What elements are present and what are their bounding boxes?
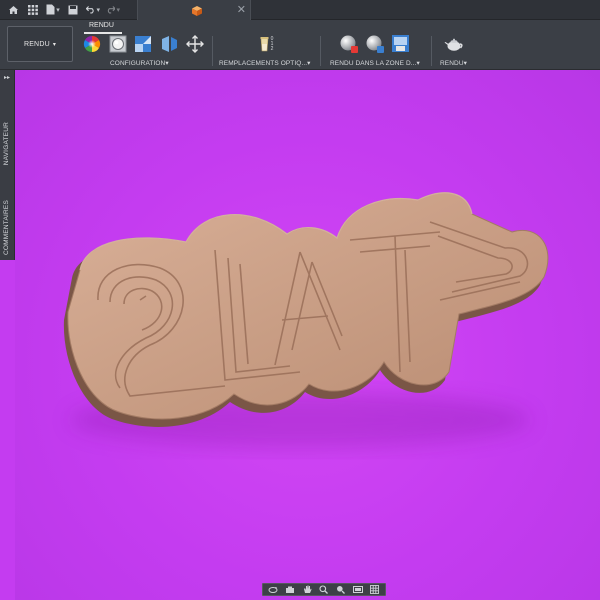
redo-icon[interactable]: ▾ — [106, 3, 120, 17]
group-rendu-zone[interactable]: RENDU DANS LA ZONE D...▾ — [330, 59, 420, 67]
fit-icon[interactable] — [336, 585, 346, 594]
close-icon[interactable]: ✕ — [237, 3, 246, 17]
move-icon[interactable] — [185, 34, 205, 54]
group-remplacements[interactable]: REMPLACEMENTS OPTIQ...▾ — [219, 59, 311, 67]
save-icon[interactable] — [66, 3, 80, 17]
grid-icon[interactable] — [369, 585, 379, 594]
zoom-icon[interactable] — [319, 585, 329, 594]
divider — [431, 36, 432, 66]
override-digit: 2 — [270, 45, 274, 52]
side-panel: ▸▸ NAVIGATEUR COMMENTAIRES — [0, 70, 15, 260]
workspace-label: RENDU — [23, 40, 50, 48]
chevron-down-icon: ▾ — [52, 41, 57, 48]
chevron-down-icon: ▾ — [416, 60, 420, 67]
scene-settings-icon[interactable] — [108, 34, 128, 54]
orbit-icon[interactable] — [268, 585, 278, 594]
divider — [320, 36, 321, 66]
chevron-down-icon: ▾ — [56, 6, 60, 14]
home-icon[interactable] — [6, 3, 20, 17]
canvas-viewport[interactable] — [15, 70, 600, 600]
undo-icon[interactable]: ▾ — [86, 3, 100, 17]
title-bar: ▾ ▾ ▾ ✕ — [0, 0, 600, 20]
optical-overrides-icon[interactable]: 0 1 2 — [254, 34, 278, 54]
group-rendu-zone-label: RENDU DANS LA ZONE D... — [330, 60, 417, 67]
group-rendu[interactable]: RENDU▾ — [440, 59, 467, 67]
chevron-down-icon: ▾ — [463, 60, 467, 67]
comments-tab[interactable]: COMMENTAIRES — [3, 200, 10, 255]
group-rendu-label: RENDU — [440, 60, 464, 67]
divider — [212, 36, 213, 66]
group-configuration-label: CONFIGURATION — [110, 60, 166, 67]
tab-rendu[interactable]: RENDU — [84, 21, 119, 31]
apps-grid-icon[interactable] — [26, 3, 40, 17]
pan-icon[interactable] — [302, 585, 312, 594]
render-icon[interactable] — [339, 34, 359, 54]
workspace-switcher[interactable]: RENDU ▾ — [7, 26, 73, 62]
display-settings-icon[interactable] — [352, 585, 363, 594]
cube-icon — [191, 4, 203, 16]
plaque-face — [67, 192, 549, 420]
expand-icon[interactable]: ▸▸ — [4, 74, 10, 81]
toolbar-ribbon: RENDU ▾ RENDU CONFIGURATION▾ 0 1 2 REMPL… — [0, 20, 600, 70]
stop-render-icon[interactable] — [365, 34, 385, 54]
render-settings-icon[interactable] — [391, 34, 411, 54]
navigator-tab[interactable]: NAVIGATEUR — [3, 122, 10, 165]
appearance-icon[interactable] — [82, 34, 102, 54]
rendered-model — [63, 192, 549, 448]
file-icon[interactable]: ▾ — [46, 3, 60, 17]
chevron-down-icon: ▾ — [116, 6, 120, 14]
document-tab[interactable]: ✕ — [137, 0, 251, 20]
chevron-down-icon: ▾ — [165, 60, 169, 67]
navigation-bar — [262, 583, 386, 596]
look-at-icon[interactable] — [285, 585, 295, 594]
decal-icon[interactable] — [159, 34, 179, 54]
texture-map-icon[interactable] — [133, 34, 153, 54]
chevron-down-icon: ▾ — [96, 6, 100, 14]
chevron-down-icon: ▾ — [307, 60, 311, 67]
group-remplacements-label: REMPLACEMENTS OPTIQ... — [219, 60, 308, 67]
teapot-render-icon[interactable] — [444, 34, 464, 54]
group-configuration[interactable]: CONFIGURATION▾ — [110, 59, 169, 67]
